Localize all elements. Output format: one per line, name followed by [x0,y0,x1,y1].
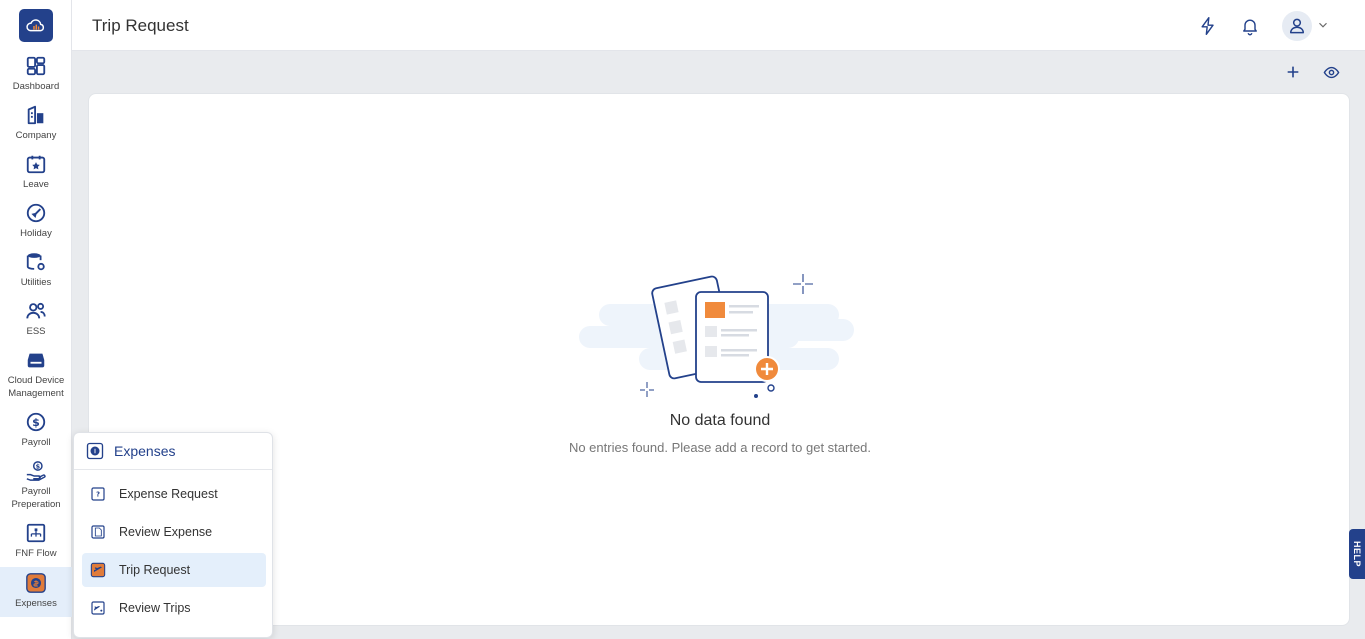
page-title: Trip Request [92,16,189,35]
utilities-icon [26,253,45,271]
sidebar-item-utilities[interactable]: Utilities [0,251,72,289]
menu-item-label: Review Expense [119,525,213,539]
sidebar-item-ess[interactable]: ESS [0,300,72,338]
payroll-icon: $ [26,412,46,432]
sidebar-item-dashboard[interactable]: Dashboard [0,55,72,93]
sidebar-item-label: Expenses [15,598,57,609]
help-label: HELP [1352,540,1363,568]
sidebar-item-label: Dashboard [12,81,60,92]
menu-item-label: Expense Request [119,487,218,501]
sidebar-item-label: Payroll Preperation [11,486,61,510]
dashboard-icon [26,56,46,76]
sidebar-item-expenses[interactable]: Expenses [0,567,72,617]
sidebar-item-label: Holiday [20,228,52,239]
empty-state-title: No data found [669,412,771,429]
expense-request-icon: ? [91,487,105,501]
app-logo[interactable] [19,9,53,42]
menu-item-label: Review Trips [119,601,191,615]
ess-icon [26,302,46,319]
review-trips-icon [91,601,105,615]
content-card: No data found No entries found. Please a… [88,93,1350,626]
help-tab[interactable]: HELP [1349,529,1365,579]
sidebar-item-payroll[interactable]: $ Payroll [0,411,72,449]
sidebar-item-payroll-preperation[interactable]: $ Payroll Preperation [0,460,72,511]
sidebar-item-label: Leave [23,179,49,190]
payroll-preparation-icon: $ [26,461,46,481]
sidebar: Dashboard Company Leave Holiday Utilitie… [0,0,72,639]
fnf-flow-icon [26,523,46,543]
menu-item-expense-request[interactable]: ? Expense Request [82,477,266,511]
user-avatar[interactable] [1282,11,1312,41]
sidebar-item-label: Company [15,130,57,141]
bell-icon [1243,19,1257,36]
expenses-icon [86,442,104,460]
holiday-icon [26,203,46,223]
trip-request-icon [90,562,106,578]
review-expense-icon [91,525,105,539]
chevron-down-icon[interactable] [1316,18,1330,32]
cloud-logo-icon [26,18,45,31]
sidebar-item-label: Payroll [21,437,51,448]
empty-state-subtitle: No entries found. Please add a record to… [568,440,872,455]
menu-item-review-trips[interactable]: Review Trips [82,591,266,625]
sidebar-item-holiday[interactable]: Holiday [0,202,72,240]
sidebar-item-label: Cloud Device Management [7,375,65,399]
expenses-flyout-menu: Expenses ? Expense Request Review Expens… [73,432,273,638]
eye-icon [1323,66,1339,78]
expenses-icon [26,573,46,593]
empty-state-illustration [579,274,854,398]
add-button[interactable] [1282,61,1304,83]
cloud-device-icon [27,353,45,368]
svg-text:$: $ [36,463,41,471]
flyout-header: Expenses [74,433,272,470]
menu-item-label: Trip Request [119,563,191,577]
flyout-title: Expenses [114,443,176,459]
user-icon [1290,18,1304,34]
quick-actions-button[interactable] [1195,13,1221,39]
notifications-button[interactable] [1237,13,1263,39]
sidebar-item-company[interactable]: Company [0,104,72,142]
svg-text:?: ? [96,491,100,499]
company-icon [27,105,44,125]
sidebar-item-fnf-flow[interactable]: FNF Flow [0,522,72,560]
svg-text:$: $ [32,416,40,429]
sidebar-item-leave[interactable]: Leave [0,153,72,191]
plus-icon [1287,66,1299,78]
leave-icon [26,155,46,174]
view-button[interactable] [1320,61,1342,83]
menu-item-review-expense[interactable]: Review Expense [82,515,266,549]
menu-item-trip-request[interactable]: Trip Request [82,553,266,587]
sidebar-item-label: FNF Flow [15,548,57,559]
top-bar: Trip Request [72,0,1365,51]
sidebar-item-label: Utilities [20,277,52,288]
sidebar-item-cloud-device-management[interactable]: Cloud Device Management [0,349,72,400]
sidebar-item-label: ESS [26,326,46,337]
lightning-icon [1201,16,1214,36]
